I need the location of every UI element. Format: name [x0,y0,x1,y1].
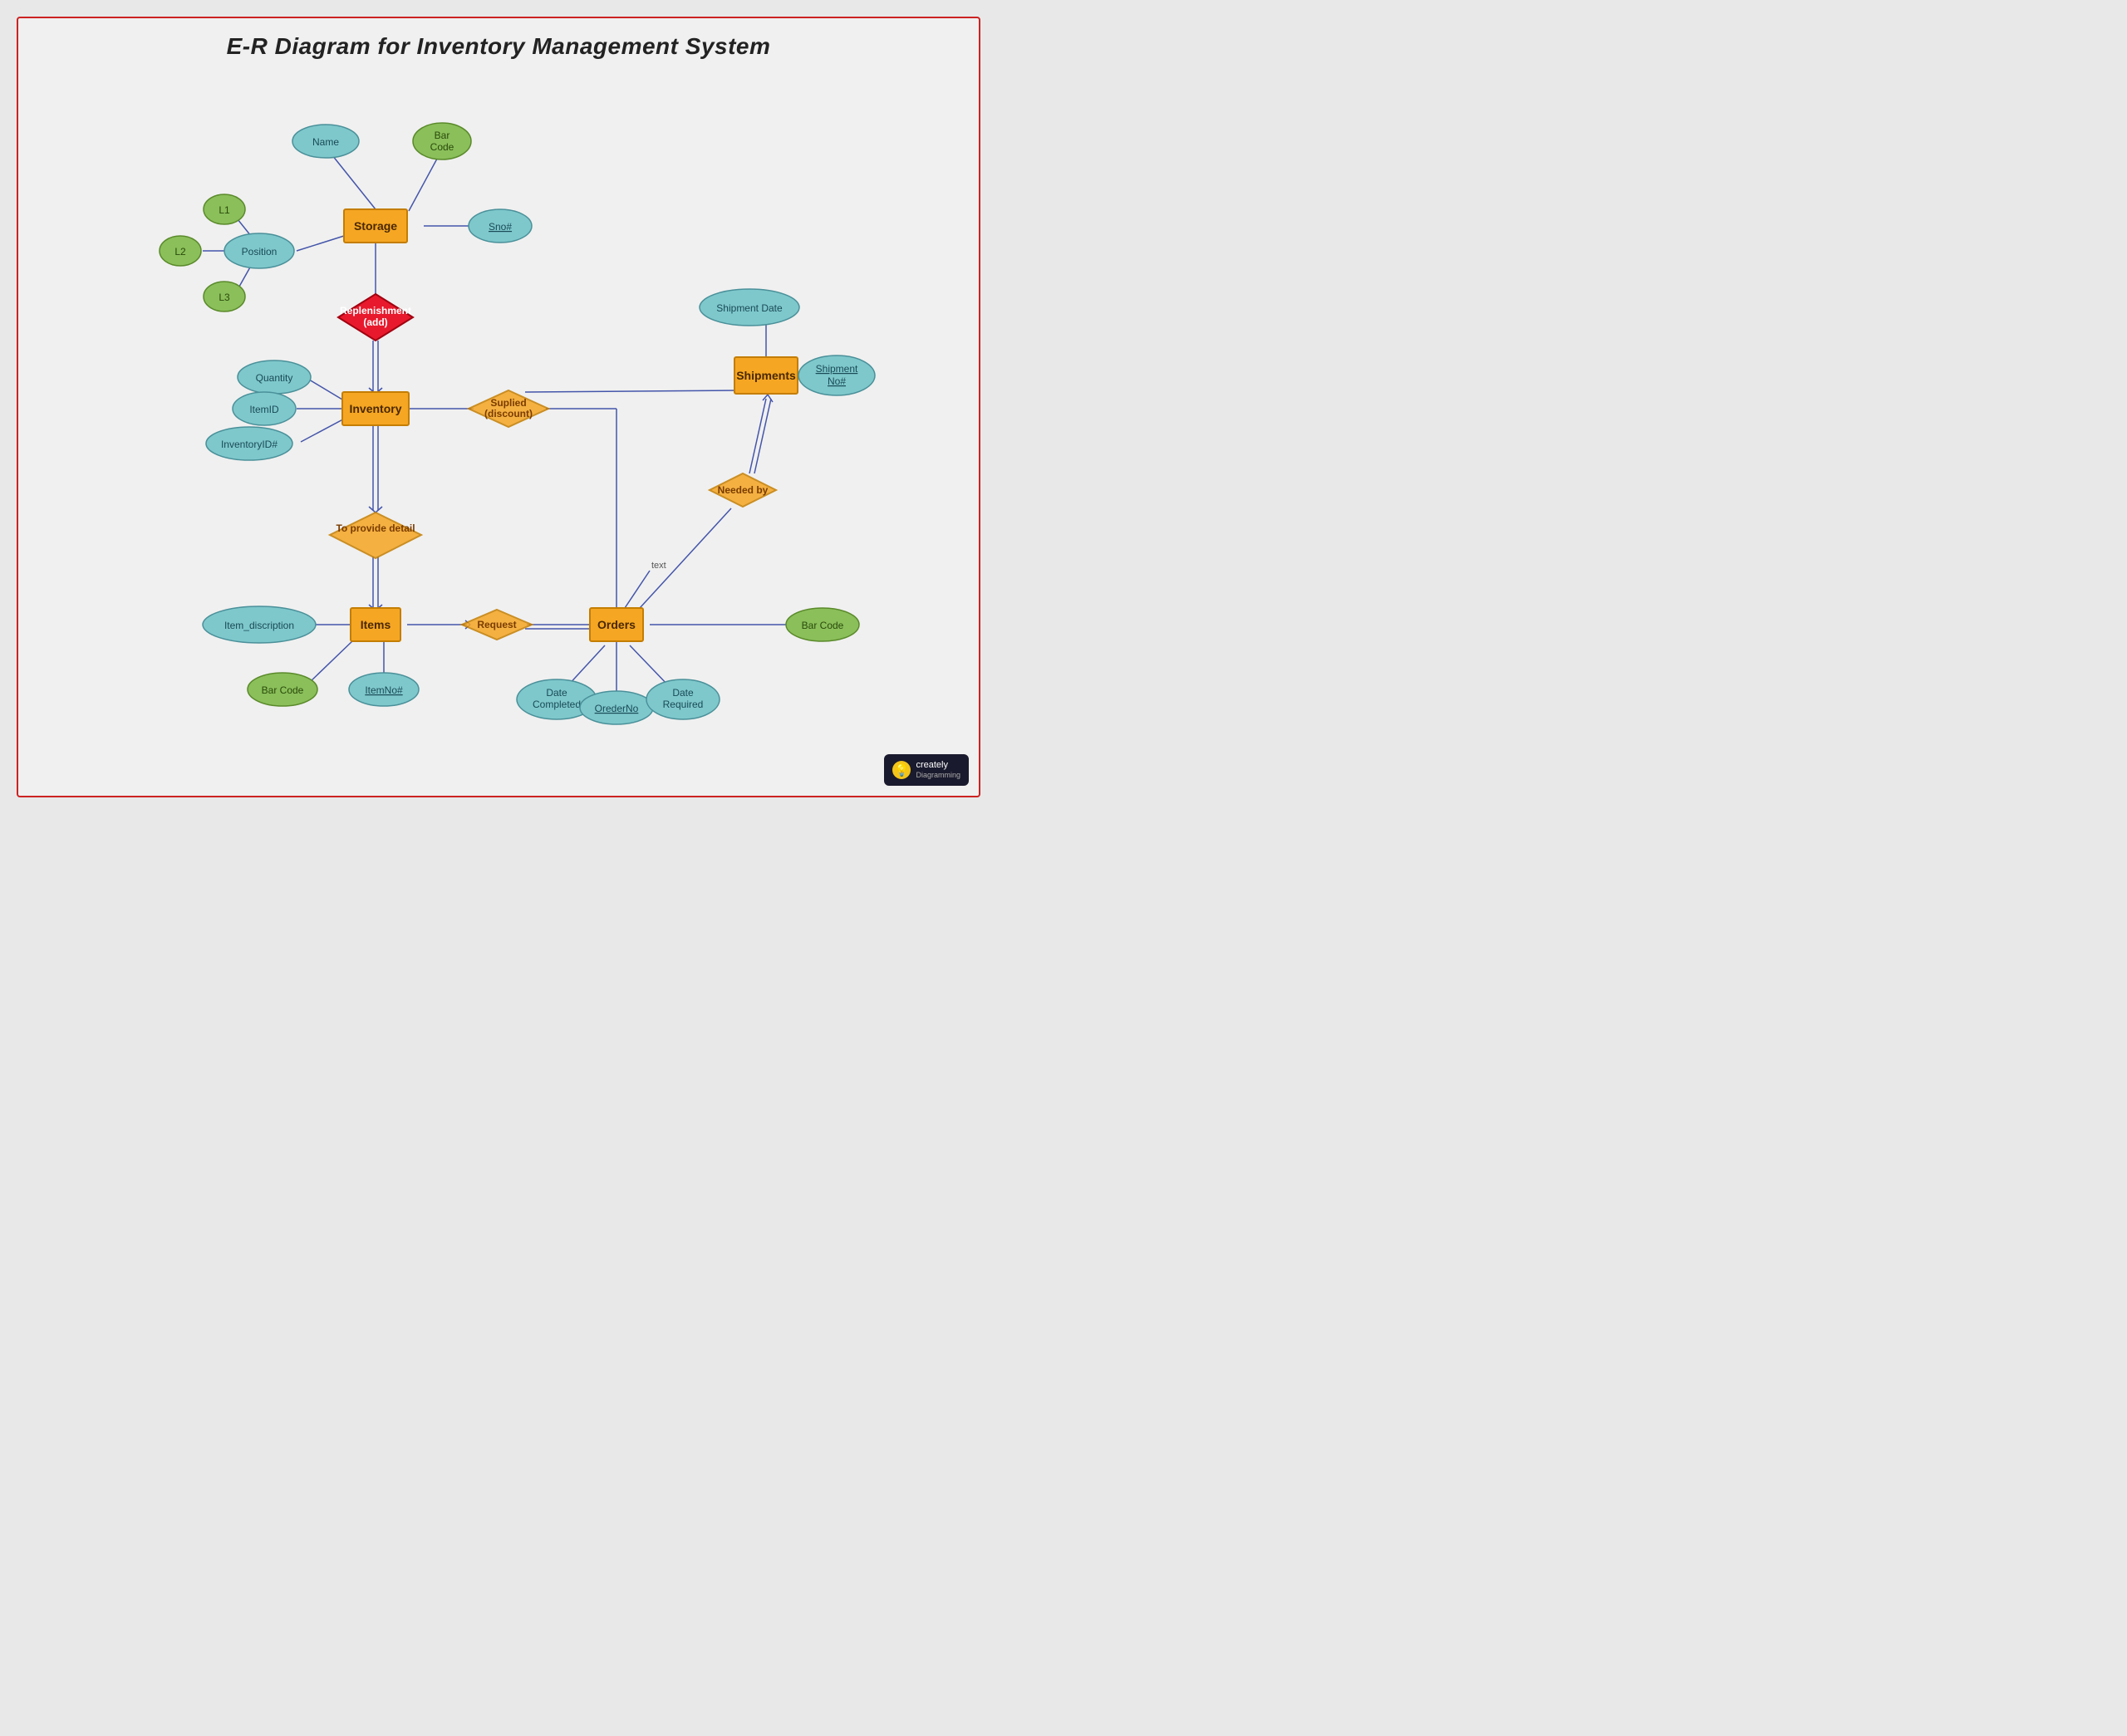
entity-shipments: Shipments [734,357,798,394]
svg-text:L3: L3 [219,292,230,303]
svg-text:Storage: Storage [354,219,397,233]
svg-text:Quantity: Quantity [256,372,293,384]
svg-text:Request: Request [477,619,516,630]
svg-text:Shipment Date: Shipment Date [716,302,783,314]
svg-text:Code: Code [430,141,454,153]
svg-text:L2: L2 [174,246,186,257]
entity-storage: Storage [344,209,407,243]
logo-subtext: Diagramming [916,771,960,781]
attr-daterequired: Date Required [646,679,720,719]
attr-shipmentno: Shipment No# [798,356,875,395]
svg-text:Item_discription: Item_discription [224,620,294,631]
attr-shipmentdate: Shipment Date [700,289,799,326]
creately-logo: 💡 creately Diagramming [884,754,969,786]
svg-text:Items: Items [361,618,391,631]
svg-text:To provide detail: To provide detail [336,522,415,534]
svg-text:Orders: Orders [597,618,636,631]
attr-itemid: ItemID [233,392,296,425]
relation-supplied: Suplied (discount) [469,390,548,427]
attr-itemdesc: Item_discription [203,606,316,643]
svg-text:No#: No# [828,375,846,387]
relation-toprovide: To provide detail [330,512,421,558]
svg-text:Needed by: Needed by [718,484,769,496]
svg-text:ItemID: ItemID [249,404,279,415]
attr-l3: L3 [204,282,245,311]
svg-text:Shipments: Shipments [736,369,796,382]
text-label: text [651,561,666,571]
svg-text:Shipment: Shipment [816,363,858,375]
attr-quantity: Quantity [238,360,311,394]
attr-l2: L2 [160,236,201,266]
attr-inventoryid: InventoryID# [206,427,292,460]
relation-request: Request [462,610,532,640]
svg-text:Position: Position [242,246,278,257]
attr-barcode-storage: Bar Code [413,123,471,159]
svg-text:Date: Date [546,687,567,699]
entity-inventory: Inventory [342,392,409,425]
logo-bulb-icon: 💡 [892,761,911,779]
attr-orderno: OrederNo [580,691,653,724]
attr-l1: L1 [204,194,245,224]
er-diagram: Storage Inventory Items Orders Shipments… [18,18,979,796]
svg-text:ItemNo#: ItemNo# [365,684,403,696]
svg-text:Bar Code: Bar Code [262,684,304,696]
svg-text:(add): (add) [363,316,387,328]
svg-text:Date: Date [672,687,694,699]
logo-text: creately Diagramming [916,759,960,781]
svg-text:Inventory: Inventory [349,402,401,415]
attr-sno: Sno# [469,209,532,243]
svg-text:(discount): (discount) [484,408,533,419]
svg-text:Sno#: Sno# [489,221,512,233]
svg-text:Completed: Completed [533,699,581,710]
attr-barcode-items: Bar Code [248,673,317,706]
svg-text:L1: L1 [219,204,230,216]
relation-replenishment: Replenishment (add) [338,294,413,341]
svg-text:InventoryID#: InventoryID# [221,439,278,450]
svg-text:Replenishment: Replenishment [340,305,411,316]
svg-text:Name: Name [312,136,339,148]
attr-position: Position [224,233,294,268]
relation-neededby: Needed by [710,473,776,507]
svg-text:Required: Required [663,699,704,710]
entity-items: Items [351,608,400,641]
canvas: E-R Diagram for Inventory Management Sys… [17,17,980,797]
attr-barcode-orders: Bar Code [786,608,859,641]
svg-text:OrederNo: OrederNo [595,703,639,714]
svg-text:Bar: Bar [435,130,450,141]
attr-itemno: ItemNo# [349,673,419,706]
svg-text:Bar Code: Bar Code [802,620,844,631]
svg-text:Suplied: Suplied [490,397,526,409]
attr-name: Name [292,125,359,158]
entity-orders: Orders [590,608,643,641]
